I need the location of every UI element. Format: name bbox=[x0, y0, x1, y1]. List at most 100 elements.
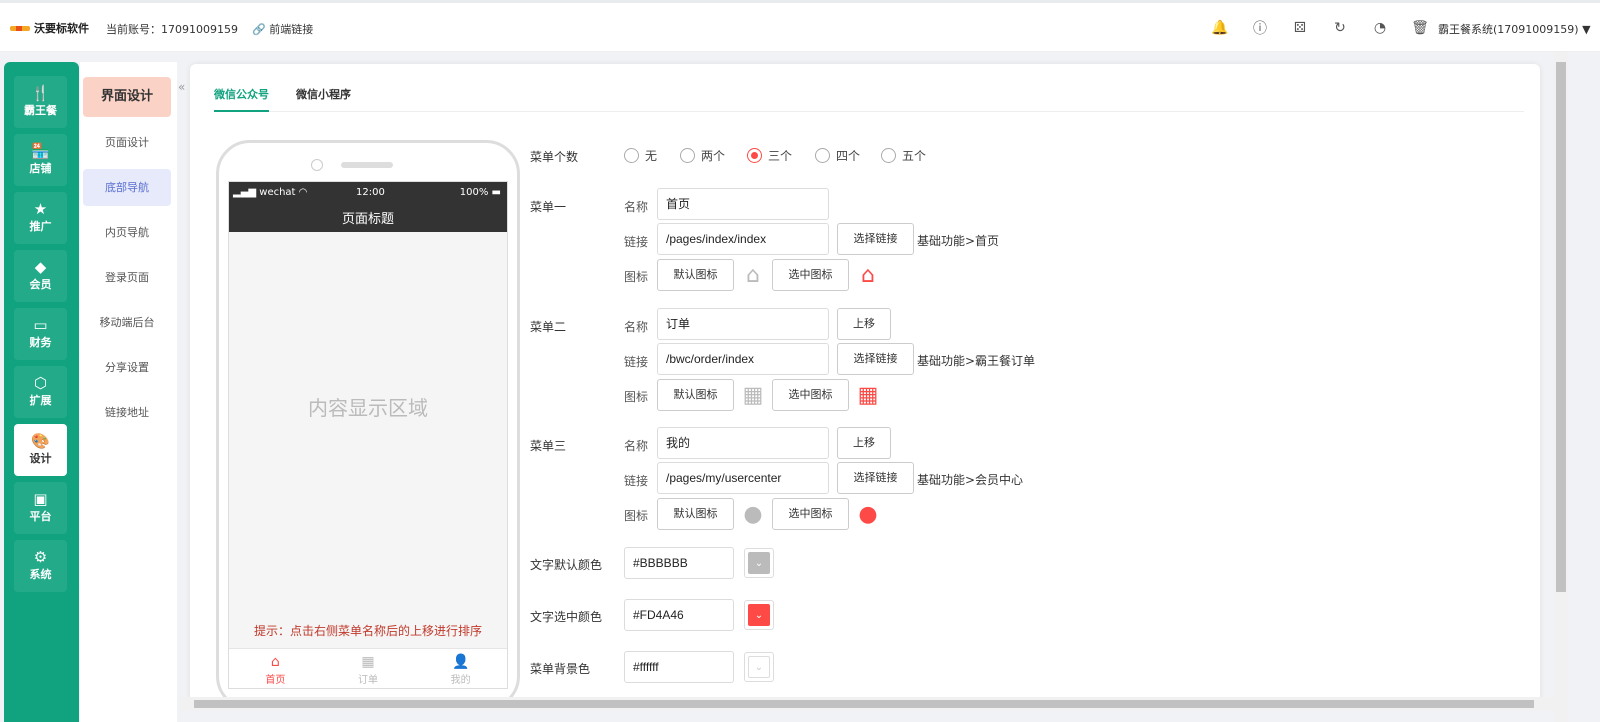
radio-four[interactable]: 四个 bbox=[815, 147, 860, 164]
subnav-item-login-page[interactable]: 登录页面 bbox=[83, 259, 171, 296]
radio-five[interactable]: 五个 bbox=[881, 147, 926, 164]
menu-3-move-up-button[interactable]: 上移 bbox=[837, 427, 891, 459]
bg-color-input[interactable]: #ffffff bbox=[624, 651, 734, 683]
radio-two[interactable]: 两个 bbox=[680, 147, 725, 164]
menu-3-name-input[interactable]: 我的 bbox=[657, 427, 829, 459]
text-default-color-input[interactable]: #BBBBBB bbox=[624, 547, 734, 579]
caret-down-icon: ▼ bbox=[1582, 23, 1591, 36]
swatch-fill: ⌄ bbox=[748, 656, 770, 678]
menu-1-default-icon-button[interactable]: 默认图标 bbox=[657, 259, 734, 291]
wifi-icon: ◠ bbox=[298, 187, 308, 198]
bell-icon[interactable]: 🔔 bbox=[1200, 17, 1240, 39]
home-icon: ⌂ bbox=[861, 262, 875, 288]
tab-wechat-official[interactable]: 微信公众号 bbox=[214, 86, 269, 112]
dashboard-icon[interactable]: ◔ bbox=[1360, 17, 1400, 39]
bg-color-picker[interactable]: ⌄ bbox=[744, 652, 774, 682]
nav-item-promote[interactable]: ★ 推广 bbox=[14, 192, 67, 244]
text-default-color-picker[interactable]: ⌄ bbox=[744, 548, 774, 578]
front-link[interactable]: 🔗 前端链接 bbox=[252, 21, 313, 37]
menu-1-link-input[interactable]: /pages/index/index bbox=[657, 223, 829, 255]
text-selected-color-label: 文字选中颜色 bbox=[530, 610, 603, 624]
name-label: 名称 bbox=[624, 200, 649, 214]
status-bar: ▂▄▆ wechat ◠ 12:00 100% ▬ 页面标题 bbox=[229, 182, 507, 232]
menu-3-link-path: 基础功能>会员中心 bbox=[917, 473, 1024, 487]
home-icon: ⌂ bbox=[270, 654, 280, 670]
menu-3-select-link-button[interactable]: 选择链接 bbox=[837, 462, 914, 494]
nav-item-bawangcan[interactable]: 🍴 霸王餐 bbox=[14, 76, 67, 128]
nav-item-finance[interactable]: ▭ 财务 bbox=[14, 308, 67, 360]
menu-count-label: 菜单个数 bbox=[530, 150, 579, 164]
radio-circle bbox=[680, 148, 695, 163]
name-label: 名称 bbox=[624, 320, 649, 334]
subnav-item-bottom-nav[interactable]: 底部导航 bbox=[83, 169, 171, 206]
phone-speaker bbox=[341, 162, 393, 168]
subnav-item-inner-nav[interactable]: 内页导航 bbox=[83, 214, 171, 251]
grid-icon: ▦ bbox=[857, 382, 879, 408]
grid-icon: ▦ bbox=[361, 654, 375, 670]
info-icon[interactable]: ⓘ bbox=[1240, 17, 1280, 39]
nav-item-platform[interactable]: ▣ 平台 bbox=[14, 482, 67, 534]
star-icon: ★ bbox=[33, 200, 48, 218]
subnav-item-share[interactable]: 分享设置 bbox=[83, 349, 171, 386]
trash-icon[interactable]: 🗑 bbox=[1400, 17, 1440, 39]
text-selected-color-input[interactable]: #FD4A46 bbox=[624, 599, 734, 631]
icon-label: 图标 bbox=[624, 509, 649, 523]
main-card: 微信公众号 微信小程序 ▂▄▆ wechat ◠ 12:00 100% ▬ 页面… bbox=[190, 64, 1540, 710]
nav-item-design[interactable]: 🎨 设计 bbox=[14, 424, 67, 476]
main-nav: 🍴 霸王餐 🏪 店铺 ★ 推广 ◆ 会员 ▭ 财务 ⬡ 扩展 🎨 设计 ▣ 平台 ⚙ 系统 bbox=[4, 62, 79, 722]
subnav-item-page-design[interactable]: 页面设计 bbox=[83, 124, 171, 161]
menu-1-label: 菜单一 bbox=[530, 200, 567, 214]
cube-icon: ⬡ bbox=[33, 374, 48, 392]
menu-3-default-icon-button[interactable]: 默认图标 bbox=[657, 498, 734, 530]
menu-2-default-icon-button[interactable]: 默认图标 bbox=[657, 379, 734, 411]
menu-2-link-path: 基础功能>霸王餐订单 bbox=[917, 354, 1036, 368]
menu-3-link-input[interactable]: /pages/my/usercenter bbox=[657, 462, 829, 494]
scrollbar-thumb[interactable] bbox=[1556, 62, 1566, 592]
menu-2-selected-icon-button[interactable]: 选中图标 bbox=[772, 379, 849, 411]
wallet-icon: ▭ bbox=[33, 316, 48, 334]
menu-2-link-input[interactable]: /bwc/order/index bbox=[657, 343, 829, 375]
tab-wechat-miniprogram[interactable]: 微信小程序 bbox=[296, 86, 351, 102]
horizontal-scrollbar[interactable] bbox=[180, 697, 1554, 711]
brand: 沃要标软件 bbox=[10, 20, 89, 36]
menu-1-selected-icon-button[interactable]: 选中图标 bbox=[772, 259, 849, 291]
link-label: 链接 bbox=[624, 355, 649, 369]
menu-2-name-input[interactable]: 订单 bbox=[657, 308, 829, 340]
menu-1-name-input[interactable]: 首页 bbox=[657, 188, 829, 220]
vertical-scrollbar[interactable] bbox=[1554, 52, 1568, 722]
scrollbar-thumb[interactable] bbox=[194, 700, 1534, 708]
nav-item-member[interactable]: ◆ 会员 bbox=[14, 250, 67, 302]
dice-icon[interactable]: ⚄ bbox=[1280, 17, 1320, 39]
radio-three[interactable]: 三个 bbox=[747, 147, 792, 164]
collapse-icon[interactable]: « bbox=[178, 80, 185, 94]
signal-icon: ▂▄▆ bbox=[233, 187, 257, 198]
toolbar-icons: 🔔 ⓘ ⚄ ↻ ◔ 🗑 bbox=[1200, 17, 1440, 39]
sort-hint: 提示：点击右侧菜单名称后的上移进行排序 bbox=[253, 624, 482, 638]
battery-icon: ▬ bbox=[491, 187, 501, 198]
subnav-item-mobile-admin[interactable]: 移动端后台 bbox=[83, 304, 171, 341]
tabbar-item-mine: 👤 我的 bbox=[414, 649, 507, 688]
radio-circle bbox=[881, 148, 896, 163]
system-switcher[interactable]: 霸王餐系统(17091009159) ▼ bbox=[1438, 21, 1591, 37]
nav-label: 推广 bbox=[29, 220, 52, 233]
swatch-fill: ⌄ bbox=[748, 552, 770, 574]
text-selected-color-picker[interactable]: ⌄ bbox=[744, 600, 774, 630]
user-icon: ● bbox=[743, 501, 763, 527]
settings-icon: ⚙ bbox=[33, 548, 48, 566]
menu-3-selected-icon-button[interactable]: 选中图标 bbox=[772, 498, 849, 530]
nav-label: 店铺 bbox=[29, 162, 52, 175]
nav-item-store[interactable]: 🏪 店铺 bbox=[14, 134, 67, 186]
nav-label: 会员 bbox=[29, 278, 52, 291]
menu-2-move-up-button[interactable]: 上移 bbox=[837, 308, 891, 340]
menu-2-select-link-button[interactable]: 选择链接 bbox=[837, 343, 914, 375]
menu-1-select-link-button[interactable]: 选择链接 bbox=[837, 223, 914, 255]
phone-preview: ▂▄▆ wechat ◠ 12:00 100% ▬ 页面标题 内容显示区域 提示… bbox=[216, 140, 520, 710]
palette-icon: 🎨 bbox=[31, 432, 50, 450]
subnav-item-links[interactable]: 链接地址 bbox=[83, 394, 171, 431]
nav-item-extend[interactable]: ⬡ 扩展 bbox=[14, 366, 67, 418]
radio-circle bbox=[624, 148, 639, 163]
radio-none[interactable]: 无 bbox=[624, 147, 657, 164]
nav-item-system[interactable]: ⚙ 系统 bbox=[14, 540, 67, 592]
icon-label: 图标 bbox=[624, 390, 649, 404]
refresh-icon[interactable]: ↻ bbox=[1320, 17, 1360, 39]
